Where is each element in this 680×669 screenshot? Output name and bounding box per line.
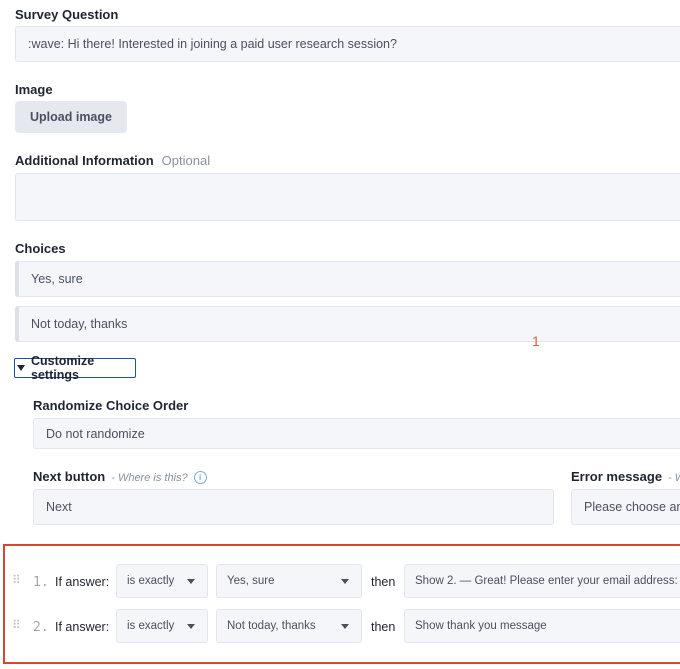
- answer-select[interactable]: Not today, thanks: [216, 609, 362, 643]
- choice-value-1: Yes, sure: [31, 272, 83, 286]
- next-button-value: Next: [46, 500, 72, 514]
- if-answer-label: If answer:: [55, 575, 110, 589]
- logic-rules-highlight: [3, 544, 680, 664]
- choices-label: Choices: [15, 241, 66, 256]
- then-label: then: [371, 620, 396, 634]
- action-value: Show 2. — Great! Please enter your email…: [415, 575, 678, 587]
- survey-question-label: Survey Question: [15, 7, 119, 22]
- survey-question-input[interactable]: :wave: Hi there! Interested in joining a…: [15, 26, 680, 62]
- error-message-label-text: Error message: [571, 469, 663, 484]
- chevron-down-icon: [187, 579, 195, 584]
- next-button-hint: - Where is this?: [111, 472, 188, 484]
- next-button-label: Next button - Where is this? i: [33, 469, 207, 484]
- action-select[interactable]: Show 2. — Great! Please enter your email…: [404, 564, 680, 598]
- randomize-value: Do not randomize: [46, 426, 145, 441]
- drag-handle-icon[interactable]: ⠿: [12, 619, 21, 631]
- answer-value: Not today, thanks: [227, 620, 316, 632]
- additional-info-label-text: Additional Information: [15, 153, 154, 168]
- next-button-input[interactable]: Next: [33, 489, 554, 525]
- error-message-input[interactable]: Please choose an: [571, 489, 680, 525]
- choice-value-2: Not today, thanks: [31, 317, 128, 331]
- additional-info-input[interactable]: [15, 173, 680, 221]
- customize-settings-label: Customize settings: [31, 354, 95, 382]
- answer-value: Yes, sure: [227, 575, 275, 587]
- action-value: Show thank you message: [415, 620, 547, 632]
- drag-handle-icon[interactable]: ⠿: [12, 574, 21, 586]
- error-message-hint: - Whe: [668, 472, 680, 484]
- randomize-label: Randomize Choice Order: [33, 398, 189, 413]
- caret-down-icon: [17, 365, 25, 371]
- choice-input-1[interactable]: Yes, sure: [15, 261, 680, 297]
- error-message-value: Please choose an: [584, 500, 680, 514]
- then-label: then: [371, 575, 396, 589]
- chevron-down-icon: [341, 624, 349, 629]
- if-answer-label: If answer:: [55, 620, 110, 634]
- choice-input-2[interactable]: Not today, thanks: [15, 306, 680, 342]
- upload-image-button[interactable]: Upload image: [15, 101, 127, 133]
- chevron-down-icon: [187, 624, 195, 629]
- answer-select[interactable]: Yes, sure: [216, 564, 362, 598]
- cursor-marker: 1: [532, 333, 540, 349]
- operator-select[interactable]: is exactly: [116, 609, 208, 643]
- optional-tag: Optional: [161, 153, 211, 168]
- logic-row-number: 1.: [33, 575, 49, 590]
- survey-question-value: :wave: Hi there! Interested in joining a…: [28, 37, 397, 51]
- customize-settings-toggle[interactable]: Customize settings: [14, 354, 136, 382]
- additional-info-label: Additional Information Optional: [15, 153, 210, 168]
- image-label: Image: [15, 82, 53, 97]
- operator-value: is exactly: [127, 575, 175, 587]
- logic-row-number: 2.: [33, 620, 49, 635]
- operator-value: is exactly: [127, 620, 175, 632]
- error-message-label: Error message - Whe: [571, 469, 680, 484]
- action-select[interactable]: Show thank you message: [404, 609, 680, 643]
- info-icon[interactable]: i: [193, 471, 207, 484]
- randomize-select[interactable]: Do not randomize: [33, 418, 680, 449]
- next-button-label-text: Next button: [33, 469, 106, 484]
- chevron-down-icon: [341, 579, 349, 584]
- operator-select[interactable]: is exactly: [116, 564, 208, 598]
